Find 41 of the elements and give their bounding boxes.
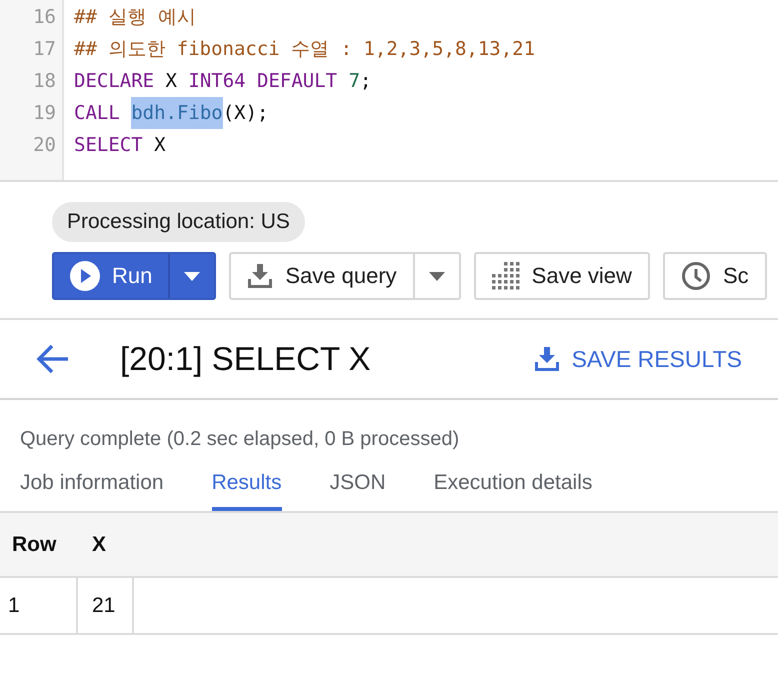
line-number: 20 bbox=[32, 133, 57, 158]
results-tab[interactable]: JSON bbox=[330, 471, 386, 511]
results-tab[interactable]: Execution details bbox=[434, 471, 592, 511]
line-number: 19 bbox=[32, 101, 57, 126]
save-results-button[interactable]: SAVE RESULTS bbox=[534, 346, 742, 372]
clock-icon bbox=[680, 261, 711, 291]
line-number: 17 bbox=[32, 37, 57, 62]
dot-grid-icon bbox=[492, 262, 520, 290]
code-token: 7 bbox=[348, 69, 360, 94]
table-cell: 21 bbox=[78, 578, 134, 633]
code-editor[interactable]: 16 17 18 19 20 ## 실행 예시 ## 의도한 fibonacci 수열 : 1,2,3,5,8,13,21 DECLARE X INT64 DEFAULT 7; CALL bdh.Fibo(X); SELECT X bbox=[0, 0, 778, 182]
download-icon bbox=[534, 346, 560, 372]
code-token: ## 실행 예시 bbox=[74, 5, 196, 30]
code-token: DECLARE bbox=[74, 69, 154, 94]
save-query-split-button[interactable]: Save query bbox=[229, 252, 461, 300]
query-status: Query complete (0.2 sec elapsed, 0 B processed) bbox=[20, 428, 460, 451]
column-header: X bbox=[91, 532, 108, 556]
code-token: bdh.Fibo bbox=[131, 97, 223, 129]
line-number: 16 bbox=[32, 5, 57, 30]
caret-icon bbox=[428, 272, 445, 280]
code-token: (X); bbox=[222, 101, 268, 126]
code-token: INT64 DEFAULT bbox=[188, 69, 338, 94]
code-token: SELECT bbox=[74, 133, 143, 158]
code-token: X bbox=[153, 133, 166, 158]
results-tab[interactable]: Job information bbox=[20, 471, 164, 511]
code-token: ## 의도한 fibonacci 수열 : 1,2,3,5,8,13,21 bbox=[74, 37, 536, 62]
results-title: [20:1] SELECT X bbox=[120, 340, 372, 378]
run-button[interactable]: Run bbox=[54, 254, 168, 298]
toolbar-action[interactable]: Save query bbox=[231, 254, 413, 298]
line-number: 18 bbox=[32, 69, 57, 94]
run-split-button[interactable]: Run bbox=[52, 252, 216, 300]
table-cell: 1 bbox=[0, 578, 78, 633]
code-token: X bbox=[164, 69, 178, 94]
back-arrow-icon[interactable] bbox=[36, 342, 70, 376]
caret-icon bbox=[184, 272, 200, 280]
processing-location-chip: Processing location: US bbox=[52, 202, 305, 242]
download-icon bbox=[247, 263, 274, 289]
column-header: Row bbox=[11, 532, 58, 556]
code-token: ; bbox=[360, 69, 372, 94]
play-icon bbox=[70, 261, 100, 291]
code-token: CALL bbox=[74, 101, 121, 126]
